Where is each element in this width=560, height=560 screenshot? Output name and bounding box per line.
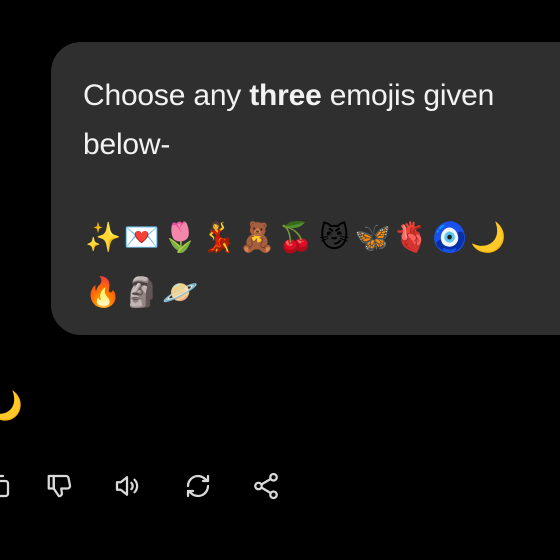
emoji-row-1: ✨💌🌷💃🧸🍒 😼 🦋🫀🧿🌙 (84, 219, 554, 255)
emoji-moai: 🗿 (123, 275, 160, 309)
chat-screen: Choose any three emojis given below- ✨💌🌷… (0, 0, 560, 560)
emoji-teddy-bear: 🧸 (239, 220, 276, 254)
share-button[interactable] (246, 466, 286, 506)
emoji-ringed-planet: 🪐 (162, 275, 199, 309)
emoji-smirk-cat: 😼 (319, 220, 350, 254)
emoji-dancer: 💃 (200, 220, 237, 254)
emoji-sparkles: ✨ (85, 220, 122, 254)
emoji-nazar-amulet: 🧿 (431, 220, 468, 254)
emoji-fire: 🔥 (85, 275, 122, 309)
assistant-reply-emoji: 🌙 (0, 389, 23, 422)
emoji-crescent-moon: 🌙 (470, 220, 507, 254)
share-icon (254, 472, 278, 500)
emoji-anatomical-heart: 🫀 (393, 220, 430, 254)
emoji-row-2: 🔥🗿🪐 (84, 274, 554, 310)
emoji-love-letter: 💌 (123, 220, 160, 254)
emoji-cherries: 🍒 (277, 220, 314, 254)
user-message-text: Choose any three emojis given below- (83, 71, 543, 169)
copy-button[interactable] (0, 466, 18, 506)
refresh-icon (186, 474, 210, 498)
message-bold-word: three (249, 79, 322, 112)
speaker-icon (115, 476, 139, 496)
thumbs-down-icon (47, 474, 72, 498)
message-prefix: Choose any (83, 79, 250, 112)
emoji-tulip: 🌷 (162, 220, 199, 254)
message-action-bar (0, 466, 560, 506)
thumbs-down-button[interactable] (40, 466, 80, 506)
regenerate-button[interactable] (178, 466, 218, 506)
read-aloud-button[interactable] (107, 466, 147, 506)
copy-icon (0, 474, 10, 498)
emoji-butterfly: 🦋 (354, 220, 391, 254)
